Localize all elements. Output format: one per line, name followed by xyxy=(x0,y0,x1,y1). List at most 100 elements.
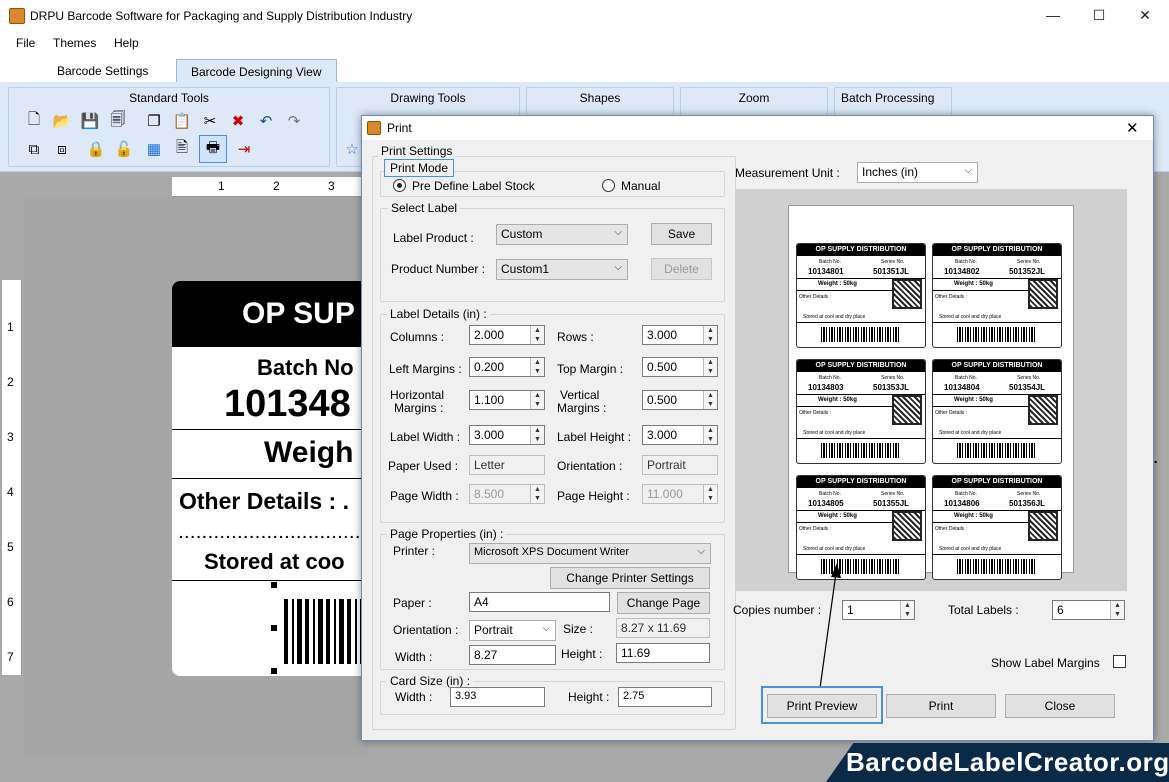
label-product-value: Custom xyxy=(501,227,543,241)
preview-stored: Stored at cool and dry place xyxy=(939,314,1002,320)
change-printer-settings-button[interactable]: Change Printer Settings xyxy=(550,567,710,589)
maximize-button[interactable]: ☐ xyxy=(1088,4,1110,26)
selection-handle[interactable] xyxy=(271,668,277,674)
dialog-title-bar: Print ✕ xyxy=(362,116,1153,140)
left-margins-input[interactable]: 0.200 ▲ ▼ xyxy=(469,357,545,377)
total-labels-value: 6 xyxy=(1057,603,1064,617)
export-icon[interactable]: ⇥ xyxy=(233,138,255,160)
card-height-field[interactable]: 2.75 xyxy=(618,687,712,707)
card-width-field[interactable]: 3.93 xyxy=(450,687,545,707)
preview-label: OP SUPPLY DISTRIBUTION Batch No. Series No… xyxy=(796,359,926,464)
spin-arrows-icon[interactable]: ▲ ▼ xyxy=(703,426,717,444)
measurement-unit-select[interactable]: Inches (in) ⌵ xyxy=(857,162,978,183)
spin-arrows-icon[interactable]: ▲ ▼ xyxy=(530,426,544,444)
rows-input[interactable]: 3.000 ▲ ▼ xyxy=(642,325,718,345)
preview-weight: Weight : 50kg xyxy=(954,281,993,287)
group-label-standard-tools: Standard Tools xyxy=(129,91,209,105)
preview-label-header: OP SUPPLY DISTRIBUTION xyxy=(797,476,925,488)
radio-predefine-label[interactable]: Pre Define Label Stock xyxy=(412,179,535,193)
menu-themes[interactable]: Themes xyxy=(53,36,96,50)
preview-batch-label: Batch No. xyxy=(819,375,841,381)
page-properties-title: Page Properties (in) : xyxy=(387,527,507,541)
close-window-button[interactable]: ✕ xyxy=(1134,4,1156,26)
copy-icon[interactable]: ❐ xyxy=(143,110,165,132)
dialog-close-icon[interactable]: ✕ xyxy=(1126,119,1139,137)
preview-series-label: Series No. xyxy=(881,259,905,265)
show-label-margins-label: Show Label Margins xyxy=(991,656,1100,670)
spin-arrows-icon[interactable]: ▲ ▼ xyxy=(703,358,717,376)
copies-input[interactable]: 1 ▲ ▼ xyxy=(842,600,915,620)
vertical-margins-input[interactable]: 0.500 ▲ ▼ xyxy=(642,390,718,410)
ruler-tick-label: 5 xyxy=(7,540,14,554)
save-button[interactable]: Save xyxy=(651,223,712,245)
preview-qr-code xyxy=(892,279,922,309)
page-width-prop-field[interactable]: 8.27 xyxy=(469,645,556,665)
horizontal-margins-input[interactable]: 1.100 ▲ ▼ xyxy=(469,390,545,410)
undo-icon[interactable]: ↶ xyxy=(255,110,277,132)
paper-field[interactable]: A4 xyxy=(469,592,610,612)
tab-barcode-designing-view[interactable]: Barcode Designing View xyxy=(176,59,337,82)
new-icon[interactable]: 🗋 xyxy=(23,110,45,132)
radio-manual[interactable] xyxy=(602,179,615,192)
top-margin-input[interactable]: 0.500 ▲ ▼ xyxy=(642,357,718,377)
spin-arrows-icon[interactable]: ▲ ▼ xyxy=(1110,601,1124,619)
minimize-button[interactable]: — xyxy=(1042,4,1064,26)
selection-handle[interactable] xyxy=(271,582,277,588)
show-label-margins-checkbox[interactable] xyxy=(1113,655,1126,668)
save-icon[interactable]: 💾 xyxy=(79,110,101,132)
save-as-icon[interactable]: 🗐 xyxy=(107,110,129,132)
change-page-button[interactable]: Change Page xyxy=(617,592,710,614)
page-orientation-select[interactable]: Portrait ⌵ xyxy=(469,620,556,641)
tab-bar: Barcode Settings Barcode Designing View xyxy=(0,55,1169,82)
paste-icon[interactable]: 📋 xyxy=(171,110,193,132)
lock-icon[interactable]: 🔒 xyxy=(85,138,107,160)
label-height-input[interactable]: 3.000 ▲ ▼ xyxy=(642,425,718,445)
cut-icon[interactable]: ✂ xyxy=(199,110,221,132)
top-margin-label: Top Margin : xyxy=(557,362,624,376)
select-label-title: Select Label xyxy=(388,201,461,215)
redo-icon[interactable]: ↷ xyxy=(283,110,305,132)
design-label[interactable]: OP SUP Batch No 101348 Weigh Other Detai… xyxy=(172,281,372,676)
preview-other-details: Other Details : xyxy=(799,410,831,416)
menu-help[interactable]: Help xyxy=(114,36,139,50)
preview-weight: Weight : 50kg xyxy=(818,513,857,519)
product-number-select[interactable]: Custom1 ⌵ xyxy=(496,259,628,280)
open-icon[interactable]: 📂 xyxy=(51,110,73,132)
grid-icon[interactable]: ▦ xyxy=(143,138,165,160)
print-preview-icon[interactable]: 🖹 xyxy=(171,138,193,160)
printer-select[interactable]: Microsoft XPS Document Writer ⌵ xyxy=(469,543,711,564)
spin-arrows-icon[interactable]: ▲ ▼ xyxy=(703,326,717,344)
radio-predefine[interactable] xyxy=(393,179,406,192)
delete-icon[interactable]: ✖ xyxy=(227,110,249,132)
page-height-prop-label: Height : xyxy=(561,647,603,661)
watermark-banner: BarcodeLabelCreator.org xyxy=(826,743,1169,782)
columns-value: 2.000 xyxy=(474,328,505,342)
print-button[interactable]: Print xyxy=(886,694,996,718)
chevron-down-icon: ⌵ xyxy=(542,623,550,634)
unlock-icon[interactable]: 🔓 xyxy=(113,138,135,160)
send-back-icon[interactable]: ⧈ xyxy=(51,138,73,160)
spin-arrows-icon[interactable]: ▲ ▼ xyxy=(703,391,717,409)
label-width-input[interactable]: 3.000 ▲ ▼ xyxy=(469,425,545,445)
spin-arrows-icon[interactable]: ▲ ▼ xyxy=(900,601,914,619)
spin-arrows-icon[interactable]: ▲ ▼ xyxy=(530,391,544,409)
print-icon[interactable]: 🖶 xyxy=(199,135,227,163)
page-height-prop-field[interactable]: 11.69 xyxy=(616,643,710,663)
spin-arrows-icon[interactable]: ▲ ▼ xyxy=(530,358,544,376)
print-preview-button[interactable]: Print Preview xyxy=(767,694,877,718)
close-button[interactable]: Close xyxy=(1005,694,1115,718)
spin-arrows-icon[interactable]: ▲ ▼ xyxy=(530,326,544,344)
radio-manual-label[interactable]: Manual xyxy=(621,179,660,193)
columns-input[interactable]: 2.000 ▲ ▼ xyxy=(469,325,545,345)
star-icon[interactable]: ☆ xyxy=(341,138,363,160)
tab-barcode-settings[interactable]: Barcode Settings xyxy=(43,59,162,82)
preview-other-details: Other Details : xyxy=(799,526,831,532)
menu-file[interactable]: File xyxy=(16,36,35,50)
bring-front-icon[interactable]: ⧉ xyxy=(23,138,45,160)
label-product-select[interactable]: Custom ⌵ xyxy=(496,224,628,245)
horizontal-ruler: 1 2 3 xyxy=(172,177,367,197)
delete-button[interactable]: Delete xyxy=(651,258,712,280)
selection-handle[interactable] xyxy=(271,625,277,631)
ruler-tick-label: 1 xyxy=(218,179,225,193)
total-labels-input[interactable]: 6 ▲ ▼ xyxy=(1052,600,1125,620)
